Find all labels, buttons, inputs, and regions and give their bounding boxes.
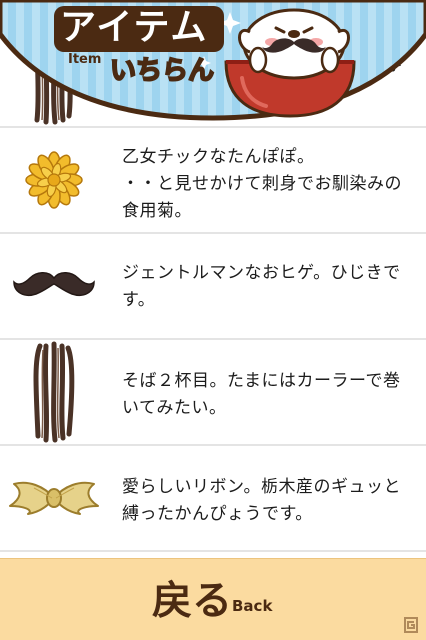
list-item[interactable]: 愛らしいリボン。栃木産のギュッと縛ったかんぴょうです。 [0, 446, 426, 552]
mustache-icon [4, 234, 104, 338]
list-item[interactable]: 乙女チックなたんぽぽ。 ・・と見せかけて刺身でお馴染みの食用菊。 [0, 128, 426, 234]
ribbon-icon [4, 446, 104, 550]
watermark-logo-icon [402, 616, 420, 634]
item-description: 愛らしいリボン。栃木産のギュッと縛ったかんぴょうです。 [122, 477, 401, 524]
soba-icon [4, 340, 104, 444]
header-title-main: アイテム [60, 7, 209, 48]
back-label-en: Back [232, 597, 273, 615]
chrysanthemum-icon [4, 128, 104, 232]
header-title-en: Item [68, 52, 102, 67]
item-description: ジェントルマンなおヒゲ。ひじきです。 [122, 263, 401, 310]
back-label: 戻る [152, 578, 232, 624]
list-item[interactable]: そば２杯目。たまにはカーラーで巻いてみたい。 [0, 340, 426, 446]
item-description: 乙女チックなたんぽぽ。 ・・と見せかけて刺身でお馴染みの食用菊。 [122, 147, 402, 221]
header-title-sub: いちらん [109, 55, 215, 87]
item-description: そば２杯目。たまにはカーラーで巻いてみたい。 [122, 371, 401, 418]
header-banner: アイテム Item いちらん [0, 0, 426, 125]
back-button[interactable]: 戻る Back [0, 558, 426, 640]
list-item[interactable]: ジェントルマンなおヒゲ。ひじきです。 [0, 234, 426, 340]
